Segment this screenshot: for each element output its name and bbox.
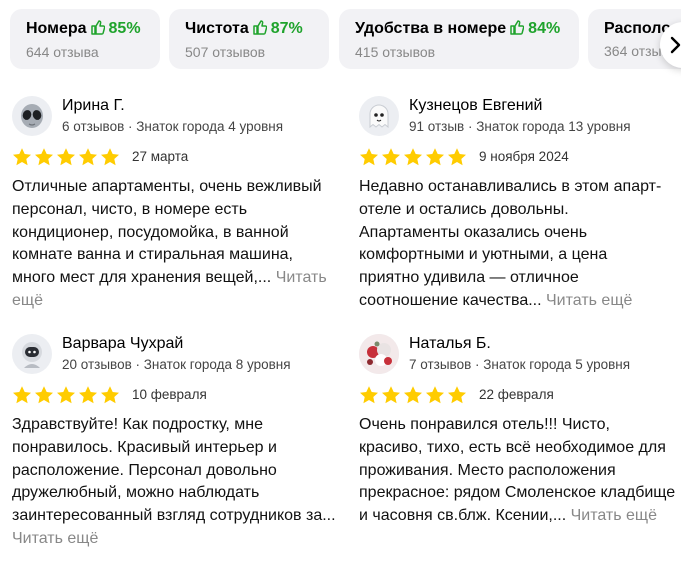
ghost-icon	[369, 104, 389, 129]
star-icon	[79, 386, 97, 404]
star-icon	[101, 386, 119, 404]
thumbs-up-icon	[510, 20, 525, 40]
aspect-title: Чистота	[185, 20, 249, 37]
star-icon	[57, 386, 75, 404]
thumbs-up-icon	[252, 20, 268, 40]
star-icon	[79, 148, 97, 166]
review-text-body: Здравствуйте! Как подростку, мне понрави…	[12, 416, 336, 525]
review-card: Варвара Чухрай 20 отзывов · Знаток город…	[12, 334, 342, 559]
astronaut-icon	[22, 342, 42, 368]
review-author-meta: 20 отзывов · Знаток города 8 уровня	[62, 357, 291, 372]
star-icon	[404, 386, 422, 404]
review-author[interactable]: Ирина Г.	[62, 96, 125, 116]
star-icon	[101, 148, 119, 166]
star-icon	[426, 386, 444, 404]
aspect-percent: 84%	[528, 20, 561, 37]
star-icon	[35, 148, 53, 166]
review-author[interactable]: Наталья Б.	[409, 334, 491, 354]
star-icon	[35, 386, 53, 404]
review-card: Ирина Г. 6 отзывов · Знаток города 4 уро…	[12, 96, 342, 321]
avatar[interactable]	[12, 96, 52, 136]
avatar[interactable]	[12, 334, 52, 374]
alien-icon	[21, 104, 43, 128]
rating-stars	[12, 147, 122, 167]
rating-stars	[359, 385, 469, 405]
star-icon	[13, 386, 31, 404]
review-text: Здравствуйте! Как подростку, мне понрави…	[12, 414, 337, 551]
chevron-right-icon	[670, 36, 681, 54]
aspect-count: 644 отзыва	[26, 44, 99, 60]
star-icon	[57, 148, 75, 166]
review-text: Недавно останавливались в этом апарт-оте…	[359, 176, 664, 313]
aspect-percent: 85%	[108, 20, 141, 37]
aspect-percent: 87%	[270, 20, 303, 37]
rating-stars	[12, 385, 122, 405]
avatar[interactable]	[359, 96, 399, 136]
review-text: Очень понравился отель!!! Чисто, красиво…	[359, 414, 677, 528]
star-icon	[360, 386, 378, 404]
review-card: Кузнецов Евгений 91 отзыв · Знаток город…	[359, 96, 681, 321]
review-author[interactable]: Кузнецов Евгений	[409, 96, 542, 116]
aspect-title: Номера	[26, 20, 87, 37]
avatar[interactable]	[359, 334, 399, 374]
read-more-link[interactable]: Читать ещё	[12, 530, 98, 547]
aspect-chips: Номера 85% 644 отзыва Чистота 87% 507 отзы…	[10, 9, 681, 69]
review-author-meta: 91 отзыв · Знаток города 13 уровня	[409, 119, 631, 134]
aspect-chip-cleanliness[interactable]: Чистота 87% 507 отзывов	[169, 9, 329, 69]
photo-avatar	[359, 334, 399, 374]
star-icon	[448, 148, 466, 166]
aspect-title: Располо	[604, 20, 672, 37]
review-card: Наталья Б. 7 отзывов · Знаток города 5 у…	[359, 334, 681, 559]
review-text-body: Недавно останавливались в этом апарт-оте…	[359, 178, 662, 309]
star-icon	[13, 148, 31, 166]
review-author[interactable]: Варвара Чухрай	[62, 334, 183, 354]
aspect-count: 507 отзывов	[185, 44, 266, 60]
review-date: 10 февраля	[132, 387, 207, 402]
read-more-link[interactable]: Читать ещё	[571, 507, 657, 524]
review-date: 22 февраля	[479, 387, 554, 402]
review-date: 9 ноября 2024	[479, 149, 569, 164]
star-icon	[448, 386, 466, 404]
star-icon	[382, 148, 400, 166]
review-author-meta: 6 отзывов · Знаток города 4 уровня	[62, 119, 284, 134]
aspect-chip-rooms[interactable]: Номера 85% 644 отзыва	[10, 9, 160, 69]
rating-stars	[359, 147, 469, 167]
review-author-meta: 7 отзывов · Знаток города 5 уровня	[409, 357, 631, 372]
aspect-chip-amenities[interactable]: Удобства в номере 84% 415 отзывов	[339, 9, 579, 69]
aspect-count: 415 отзывов	[355, 44, 436, 60]
star-icon	[382, 386, 400, 404]
star-icon	[360, 148, 378, 166]
review-text: Отличные апартаменты, очень вежливый пер…	[12, 176, 337, 313]
aspect-title: Удобства в номере	[355, 20, 507, 37]
thumbs-up-icon	[90, 20, 105, 40]
star-icon	[404, 148, 422, 166]
star-icon	[426, 148, 444, 166]
review-date: 27 марта	[132, 149, 189, 164]
read-more-link[interactable]: Читать ещё	[546, 292, 632, 309]
